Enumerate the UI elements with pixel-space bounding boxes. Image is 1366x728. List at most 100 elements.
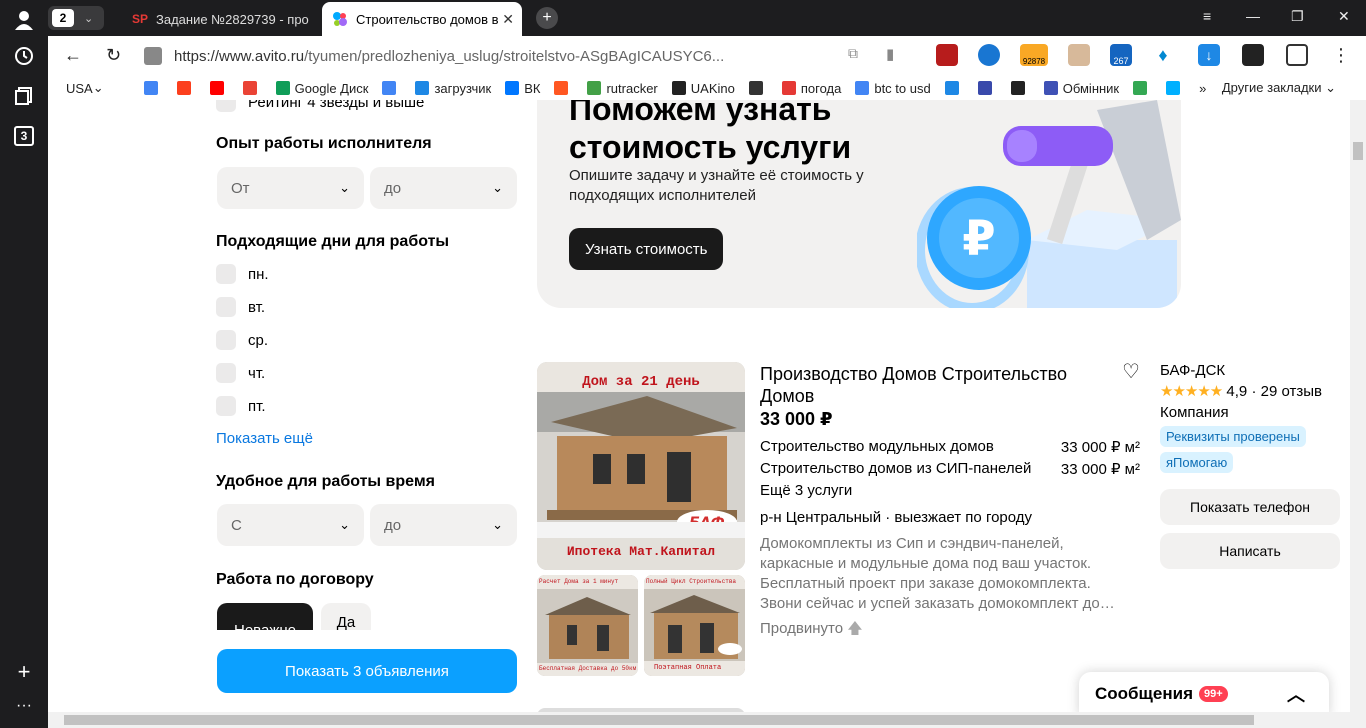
day-checkbox-tue[interactable]: вт. [216,297,265,317]
url-path: /tyumen/predlozheniya_uslug/stroitelstvo… [304,47,725,65]
tab-avito[interactable]: Строительство домов в ✕ [322,2,522,36]
bookmark-item[interactable] [944,81,964,95]
write-message-button[interactable]: Написать [1160,533,1340,569]
listing-photo-main[interactable]: Дом за 21 день БАФ Ипотека Мат.Капитал [537,362,745,570]
bookmarks-more[interactable]: » [1199,81,1206,96]
messages-widget[interactable]: Сообщения 99+ ︿ [1079,672,1329,712]
counter-extension-icon[interactable]: 92878 [1020,44,1048,66]
calendar-extension-icon[interactable]: 267 [1110,44,1132,66]
back-icon[interactable]: ← [64,45,82,66]
contract-option-yes[interactable]: Да [321,603,371,631]
bookmark-item[interactable] [143,81,163,95]
bookmark-item[interactable]: Обмінник [1043,81,1119,96]
messages-label: Сообщения [1095,684,1193,703]
horizontal-scrollbar[interactable] [48,712,1366,728]
translate-icon [382,81,397,95]
rating-filter[interactable]: Рейтинг 4 звезды и выше [216,100,424,112]
bookmark-item[interactable] [382,81,401,95]
show-phone-button[interactable]: Показать телефон [1160,489,1340,525]
checkbox[interactable] [216,100,236,112]
day-checkbox-thu[interactable]: чт. [216,363,265,383]
lock-icon [144,47,162,65]
bookmark-item[interactable] [977,81,997,95]
restore-icon[interactable]: ❐ [1291,8,1304,25]
banner-illustration: ₽ [917,100,1181,308]
chevron-down-icon: ⌄ [84,12,94,25]
tab-counter[interactable]: 2 ⌄ [48,6,104,30]
close-icon[interactable]: ✕ [502,11,514,28]
copy-icon[interactable]: ⧉ [848,45,858,62]
yandex-icon [176,81,191,95]
show-more-link[interactable]: Показать ещё [216,430,313,447]
bookmark-item[interactable]: btc to usd [855,81,931,96]
url-field[interactable]: https://www.avito.ru/tyumen/predlozheniy… [144,42,874,70]
extensions-icon[interactable] [1286,44,1308,66]
bookmark-item[interactable] [554,81,573,95]
tab-group-badge[interactable]: 3 [14,126,34,146]
bookmark-icon[interactable]: ▮ [886,45,894,63]
diamond-icon[interactable]: ♦ [1152,44,1174,66]
bookmark-item[interactable] [1010,81,1030,95]
bookmark-item[interactable]: ВК [505,81,540,96]
other-bookmarks[interactable]: Другие закладки ⌄ [1222,80,1336,96]
share-icon[interactable] [1242,44,1264,66]
seller-rating[interactable]: ★★★★★ 4,9 · 29 отзыв [1160,382,1350,400]
bookmark-item[interactable]: rutracker [587,81,658,96]
reload-icon[interactable]: ↻ [106,45,121,66]
avatar-extension-icon[interactable] [1068,44,1090,66]
chevron-up-icon[interactable]: ︿ [1287,681,1305,707]
ublock-icon[interactable] [936,44,958,66]
listing-title[interactable]: Производство Домов Строительство Домов [760,363,1100,407]
banner-cta-button[interactable]: Узнать стоимость [569,228,724,270]
history-icon[interactable] [12,44,36,68]
listing-thumb-2[interactable]: Полный Цикл Строительства Поэтапная Опла… [644,575,745,676]
day-checkbox-fri[interactable]: пт. [216,396,266,416]
time-to-select[interactable]: до ⌄ [370,504,517,546]
cost-banner: Поможем узнать стоимость услуги Опишите … [537,100,1181,308]
bookmark-item[interactable]: загрузчик [415,81,491,96]
bookmark-item[interactable] [748,81,768,95]
minimize-icon[interactable]: — [1246,8,1260,24]
experience-from-select[interactable]: От ⌄ [217,167,364,209]
more-icon[interactable]: ··· [12,694,36,718]
bc-icon [1010,81,1025,95]
browser-side-rail: 3 + ··· [0,0,48,728]
ya-pomogayu-badge: яПомогаю [1160,452,1234,473]
promoted-label: Продвинуто 🡅 [760,620,863,637]
profile-icon[interactable] [12,8,36,32]
more-menu-icon[interactable]: ⋮ [1332,45,1350,66]
collections-icon[interactable] [12,84,36,108]
menu-icon[interactable]: ≡ [1203,8,1211,24]
new-tab-button[interactable]: + [536,7,558,29]
thumb1-top-caption: Расчет Дома за 1 минут [539,578,619,585]
bookmark-item[interactable] [1166,81,1185,95]
vpn-icon[interactable] [978,44,1000,66]
bookmark-item[interactable] [1133,81,1152,95]
add-icon[interactable]: + [12,659,36,684]
bookmark-item[interactable] [209,81,229,95]
bookmark-item[interactable] [176,81,196,95]
day-checkbox-wed[interactable]: ср. [216,330,268,350]
bookmark-item[interactable]: Google Диск [275,81,368,96]
google-icon [855,81,870,95]
download-icon[interactable]: ↓ [1198,44,1220,66]
day-checkbox-mon[interactable]: пн. [216,264,269,284]
bookmark-item[interactable]: погода [781,81,841,96]
star-icon [1166,81,1181,95]
listing-thumb-1[interactable]: Расчет Дома за 1 минут Бесплатная Достав… [537,575,638,676]
bookmark-item[interactable]: UAKino [671,81,735,96]
more-services-link[interactable]: Ещё 3 услуги [760,482,852,499]
show-results-button[interactable]: Показать 3 объявления [217,649,517,693]
gmail-icon [242,81,257,95]
bookmark-item[interactable]: USA ⌄ [66,80,104,96]
favorite-heart-icon[interactable]: ♡ [1122,359,1140,384]
vertical-scrollbar[interactable] [1350,100,1366,712]
experience-to-select[interactable]: до ⌄ [370,167,517,209]
close-window-icon[interactable]: ✕ [1338,8,1350,25]
seller-name[interactable]: БАФ-ДСК [1160,362,1350,379]
youtube-icon [209,81,224,95]
time-from-select[interactable]: С ⌄ [217,504,364,546]
url-host: https://www.avito.ru [174,47,305,65]
bookmark-item[interactable] [242,81,262,95]
tab-task[interactable]: SP Задание №2829739 - про [122,2,322,36]
